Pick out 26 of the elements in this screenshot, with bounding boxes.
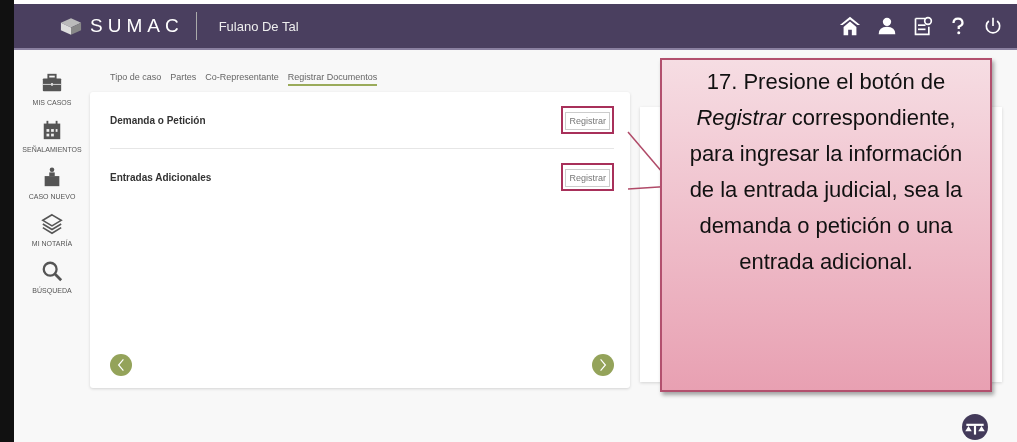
user-icon[interactable] bbox=[877, 15, 897, 37]
user-name: Fulano De Tal bbox=[218, 18, 299, 34]
previous-button[interactable] bbox=[110, 354, 132, 376]
help-icon[interactable] bbox=[949, 15, 967, 37]
register-button[interactable]: Registrar bbox=[565, 169, 610, 187]
document-icon[interactable] bbox=[913, 15, 933, 37]
cube-logo-icon bbox=[60, 16, 82, 36]
calendar-icon bbox=[41, 119, 63, 141]
chevron-left-icon bbox=[117, 358, 125, 372]
home-icon[interactable] bbox=[839, 15, 861, 37]
scales-icon[interactable] bbox=[962, 414, 988, 440]
tab[interactable]: Registrar Documentos bbox=[287, 72, 378, 86]
next-button[interactable] bbox=[592, 354, 614, 376]
tab[interactable]: Tipo de caso bbox=[110, 72, 162, 86]
briefcase-icon bbox=[41, 72, 63, 94]
section-title: Demanda o Petición bbox=[110, 114, 206, 126]
app-logo: SUMAC bbox=[90, 15, 184, 37]
instruction-text: 17. Presione el botón de Registrar correspondiente, para ingresar la información de la entrada judicial, sea la demanda o petición o una entrada adicional. bbox=[688, 68, 964, 276]
register-button[interactable]: Registrar bbox=[565, 112, 610, 130]
layers-icon bbox=[41, 213, 63, 235]
tab[interactable]: Co-Representante bbox=[205, 72, 279, 86]
search-icon bbox=[41, 260, 63, 282]
section-title: Entradas Adicionales bbox=[110, 171, 212, 183]
tab[interactable]: Partes bbox=[170, 72, 197, 86]
power-icon[interactable] bbox=[983, 15, 1003, 37]
chevron-right-icon bbox=[599, 358, 607, 372]
